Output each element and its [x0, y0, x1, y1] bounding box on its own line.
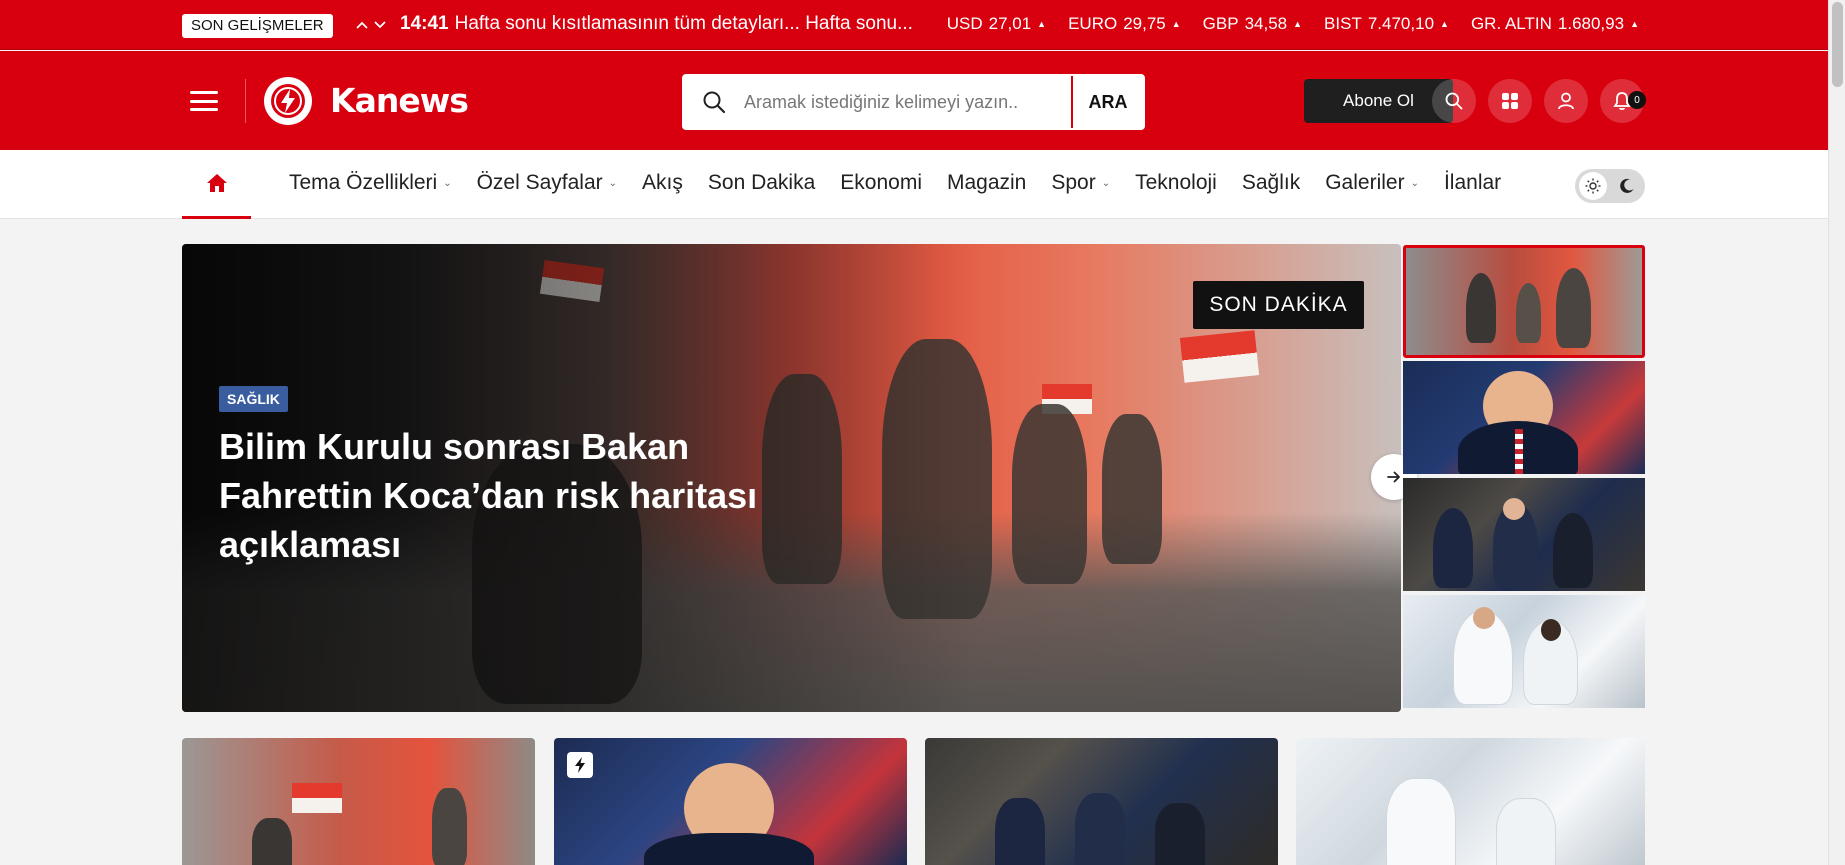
nav-item[interactable]: Teknoloji	[1135, 171, 1217, 195]
breaking-label: SON GELİŞMELER	[182, 14, 333, 38]
market-name: BIST	[1324, 14, 1362, 33]
slider-thumbnail[interactable]	[1403, 245, 1645, 358]
up-arrow-icon: ▲	[1037, 19, 1047, 29]
main-nav: Tema Özellikleri ⌄ Özel Sayfalar ⌄ Akış Son D…	[0, 150, 1845, 219]
search-input[interactable]	[744, 76, 1073, 128]
up-arrow-icon: ▲	[1171, 19, 1181, 29]
nav-item-label: Spor	[1051, 171, 1096, 194]
news-card-image[interactable]	[554, 738, 907, 865]
moon-icon	[1613, 172, 1641, 200]
nav-item[interactable]: Magazin	[947, 171, 1026, 195]
chevron-down-icon: ⌄	[443, 177, 452, 189]
subscribe-button[interactable]: Abone Ol	[1304, 79, 1453, 123]
market-value: 1.680,93	[1557, 14, 1625, 33]
market-value: 7.470,10	[1367, 14, 1435, 33]
search-icon[interactable]	[1432, 79, 1476, 123]
market-name: GBP	[1202, 14, 1239, 33]
market-value: 27,01	[988, 14, 1032, 33]
nav-item-label: Akış	[642, 171, 683, 194]
market-rate: GR. ALTIN 1.680,93 ▲	[1471, 14, 1639, 34]
search-button[interactable]: ARA	[1073, 76, 1143, 128]
nav-item-label: Ekonomi	[840, 171, 922, 194]
category-badge[interactable]: SAĞLIK	[219, 386, 288, 412]
news-card-image[interactable]	[1296, 738, 1645, 865]
market-value: 29,75	[1123, 14, 1166, 33]
market-name: GR. ALTIN	[1470, 14, 1552, 33]
slider-thumbnail[interactable]	[1403, 478, 1645, 591]
market-rates: USD 27,01 ▲ EURO 29,75 ▲ GBP 34,58 ▲ BIST 7.470,10…	[947, 14, 1639, 34]
nav-item-label: Teknoloji	[1135, 171, 1217, 194]
site-header: Kanews ARA Abone Ol 0	[0, 51, 1845, 150]
market-rate: USD 27,01 ▲	[947, 14, 1046, 34]
grid-icon[interactable]	[1488, 79, 1532, 123]
market-rate: EURO 29,75 ▲	[1068, 14, 1181, 34]
hero-title[interactable]: Bilim Kurulu sonrası Bakan Fahrettin Koc…	[219, 422, 779, 569]
chevron-down-icon: ⌄	[608, 177, 618, 189]
news-card-image[interactable]	[182, 738, 535, 865]
page-scrollbar[interactable]	[1828, 0, 1845, 865]
nav-item-label: Galeriler	[1325, 171, 1405, 194]
ticker-down-icon[interactable]	[369, 14, 391, 36]
nav-item[interactable]: Sağlık	[1242, 171, 1300, 195]
nav-item-label: Tema Özellikleri	[289, 171, 438, 194]
nav-items: Tema Özellikleri ⌄ Özel Sayfalar ⌄ Akış Son D…	[289, 150, 1501, 216]
ticker-headline[interactable]: 14:41 Hafta sonu kısıtlamasının tüm detay…	[400, 13, 913, 35]
nav-item-label: Son Dakika	[707, 171, 816, 194]
up-arrow-icon: ▲	[1440, 19, 1449, 29]
up-arrow-icon: ▲	[1630, 19, 1639, 29]
nav-item[interactable]: Özel Sayfalar ⌄	[477, 171, 617, 195]
slider-thumbnail[interactable]	[1403, 595, 1645, 708]
theme-toggle[interactable]	[1575, 169, 1645, 203]
slider-thumbnail[interactable]	[1403, 361, 1645, 474]
up-arrow-icon: ▲	[1293, 19, 1303, 29]
logo-bolt-icon[interactable]	[264, 77, 312, 125]
nav-item[interactable]: Ekonomi	[840, 171, 922, 195]
market-name: EURO	[1068, 14, 1118, 33]
bell-icon[interactable]: 0	[1600, 79, 1646, 123]
ticker-headline-text: Hafta sonu kısıtlamasının tüm detayları.…	[454, 13, 913, 34]
nav-item[interactable]: İlanlar	[1444, 171, 1501, 195]
search-bar: ARA	[682, 74, 1145, 130]
chevron-down-icon: ⌄	[1101, 177, 1111, 189]
nav-item-label: Özel Sayfalar	[476, 171, 603, 194]
nav-item-label: Sağlık	[1241, 171, 1301, 194]
nav-item-label: İlanlar	[1443, 171, 1502, 194]
chevron-down-icon: ⌄	[1410, 177, 1419, 189]
sun-icon	[1579, 172, 1607, 200]
news-card-image[interactable]	[925, 738, 1278, 865]
nav-item[interactable]: Akış	[642, 171, 683, 195]
nav-item[interactable]: Tema Özellikleri ⌄	[289, 171, 452, 195]
nav-item[interactable]: Galeriler ⌄	[1325, 171, 1419, 195]
user-icon[interactable]	[1544, 79, 1588, 123]
breaking-badge: SON DAKİKA	[1193, 281, 1364, 329]
bolt-icon	[567, 752, 593, 778]
ticker-time: 14:41	[400, 13, 449, 34]
market-name: USD	[946, 14, 983, 33]
search-icon	[684, 76, 744, 128]
breaking-news-ticker: SON GELİŞMELER 14:41 Hafta sonu kısıtlama…	[0, 0, 1845, 50]
market-rate: BIST 7.470,10 ▲	[1324, 14, 1449, 34]
scrollbar-thumb[interactable]	[1832, 2, 1843, 87]
market-value: 34,58	[1244, 14, 1288, 33]
nav-item-label: Magazin	[946, 171, 1027, 194]
home-icon[interactable]	[182, 150, 251, 219]
menu-icon[interactable]	[190, 91, 218, 111]
market-rate: GBP 34,58 ▲	[1203, 14, 1302, 34]
nav-item[interactable]: Spor ⌄	[1051, 171, 1110, 195]
notification-count: 0	[1628, 91, 1646, 109]
logo-text[interactable]: Kanews	[330, 81, 469, 120]
header-divider	[245, 79, 246, 123]
nav-item[interactable]: Son Dakika	[708, 171, 815, 195]
